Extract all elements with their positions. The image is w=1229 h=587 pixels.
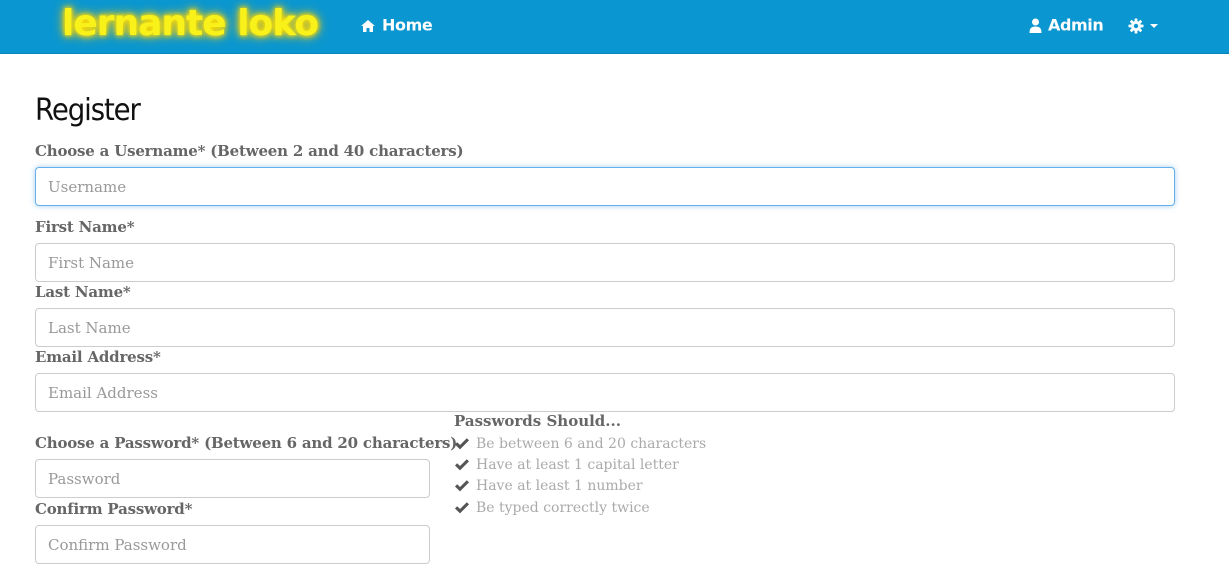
email-label: Email Address* <box>35 348 161 366</box>
first-name-input[interactable] <box>35 243 1175 282</box>
password-rule-text: Be between 6 and 20 characters <box>476 436 707 452</box>
username-label: Choose a Username* (Between 2 and 40 cha… <box>35 142 464 160</box>
brand-logo[interactable]: lernante loko <box>62 2 319 46</box>
first-name-label: First Name* <box>35 218 135 236</box>
check-icon <box>454 437 470 451</box>
settings-dropdown[interactable] <box>1128 0 1158 54</box>
home-icon <box>360 19 376 33</box>
password-rule-text: Have at least 1 capital letter <box>476 457 679 473</box>
check-icon <box>454 458 470 472</box>
confirm-password-label: Confirm Password* <box>35 500 193 518</box>
navbar: lernante loko Home Admin <box>0 0 1229 54</box>
confirm-password-input[interactable] <box>35 525 430 564</box>
password-label: Choose a Password* (Between 6 and 20 cha… <box>35 434 458 452</box>
page-title: Register <box>35 93 141 128</box>
last-name-label: Last Name* <box>35 283 131 301</box>
password-rule-item: Be typed correctly twice <box>454 498 650 518</box>
last-name-input[interactable] <box>35 308 1175 347</box>
check-icon <box>454 479 470 493</box>
password-rule-text: Be typed correctly twice <box>476 500 650 516</box>
nav-home-link[interactable]: Home <box>360 0 433 54</box>
nav-admin-label: Admin <box>1048 15 1104 35</box>
username-input[interactable] <box>35 167 1175 206</box>
gear-icon <box>1128 18 1144 34</box>
user-icon <box>1029 18 1042 33</box>
password-rule-item: Be between 6 and 20 characters <box>454 434 706 454</box>
password-rule-item: Have at least 1 capital letter <box>454 455 679 475</box>
password-rule-item: Have at least 1 number <box>454 476 643 496</box>
nav-home-label: Home <box>382 15 433 35</box>
nav-admin-link[interactable]: Admin <box>1029 0 1104 54</box>
email-input[interactable] <box>35 373 1175 412</box>
password-rule-text: Have at least 1 number <box>476 478 643 494</box>
password-rules-title: Passwords Should... <box>454 412 621 430</box>
password-input[interactable] <box>35 459 430 498</box>
check-icon <box>454 501 470 515</box>
chevron-down-icon <box>1150 23 1158 28</box>
